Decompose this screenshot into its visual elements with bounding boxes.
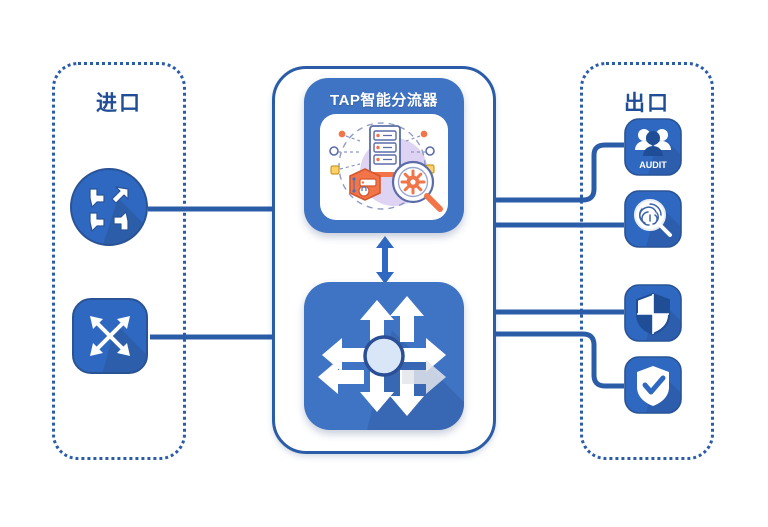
server-analytics-illustration — [320, 114, 448, 220]
egress-zone-label: 出口 — [624, 92, 670, 115]
egress-node-fingerprint[interactable] — [624, 190, 682, 248]
egress-node-shield-check[interactable] — [624, 356, 682, 414]
multi-direction-arrows-icon — [318, 296, 464, 430]
tap-card[interactable]: TAP智能分流器 — [304, 78, 464, 233]
tap-card-title: TAP智能分流器 — [330, 92, 438, 109]
ingress-node-router[interactable] — [70, 168, 148, 246]
egress-node-shield[interactable] — [624, 284, 682, 342]
audit-node-label: AUDIT — [639, 160, 667, 170]
bidirectional-vertical-arrow-icon — [374, 236, 396, 284]
ingress-zone-label: 进口 — [96, 92, 142, 115]
ingress-node-switch[interactable] — [72, 298, 148, 374]
distributor-card[interactable] — [304, 282, 464, 430]
diagram-canvas: 进口 TAP智能分流器 出口 AUDIT — [0, 0, 768, 527]
ingress-zone: 进口 — [52, 62, 186, 460]
egress-node-audit[interactable]: AUDIT — [624, 118, 682, 176]
